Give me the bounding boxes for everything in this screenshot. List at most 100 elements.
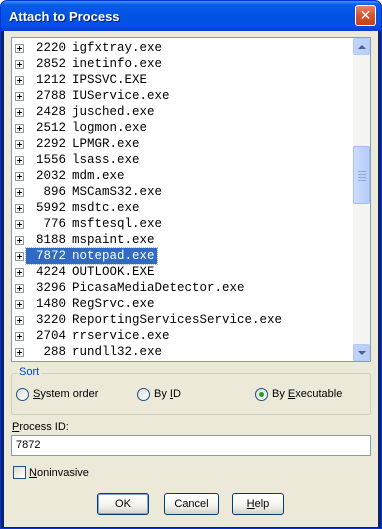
plus-box-icon[interactable] xyxy=(15,300,24,309)
process-list-item[interactable]: 4224 OUTLOOK.EXE xyxy=(12,264,353,280)
cancel-button-label: Cancel xyxy=(174,498,209,510)
process-list-item[interactable]: 2512 logmon.exe xyxy=(12,120,353,136)
process-list-item[interactable]: 2292 LPMGR.exe xyxy=(12,136,353,152)
process-list-item[interactable]: 8188 mspaint.exe xyxy=(12,232,353,248)
process-list-item[interactable]: 5992 msdtc.exe xyxy=(12,200,353,216)
sort-by-id-radio[interactable]: By ID xyxy=(137,387,181,401)
process-name: OUTLOOK.EXE xyxy=(72,265,155,279)
process-name: LPMGR.exe xyxy=(72,137,140,151)
plus-box-icon[interactable] xyxy=(15,44,24,53)
plus-box-icon[interactable] xyxy=(15,60,24,69)
plus-box-icon[interactable] xyxy=(15,332,24,341)
process-entry-text: 8188 mspaint.exe xyxy=(26,232,157,248)
process-list-items: 2220 igfxtray.exe 2852 inetinfo.exe 1212 IPSS… xyxy=(12,38,353,361)
plus-box-icon[interactable] xyxy=(15,76,24,85)
process-list-item[interactable]: 776 msftesql.exe xyxy=(12,216,353,232)
process-list-item[interactable]: 2032 mdm.exe xyxy=(12,168,353,184)
plus-box-icon[interactable] xyxy=(15,316,24,325)
process-entry-text: 2788 IUService.exe xyxy=(26,88,172,104)
process-list[interactable]: 2220 igfxtray.exe 2852 inetinfo.exe 1212 IPSS… xyxy=(11,37,371,362)
plus-box-icon[interactable] xyxy=(15,124,24,133)
process-name: mspaint.exe xyxy=(72,233,155,247)
window-title: Attach to Process xyxy=(9,9,120,24)
process-name: ReportingServicesService.exe xyxy=(72,313,283,327)
process-entry-text: 2852 inetinfo.exe xyxy=(26,56,164,72)
process-name: jusched.exe xyxy=(72,105,155,119)
process-list-item[interactable]: 1556 lsass.exe xyxy=(12,152,353,168)
process-entry-text: 2220 igfxtray.exe xyxy=(26,40,164,56)
process-pid: 2852 xyxy=(35,57,66,71)
radio-label: System order xyxy=(33,388,99,400)
plus-box-icon[interactable] xyxy=(15,156,24,165)
scroll-down-button[interactable] xyxy=(353,344,370,361)
process-entry-text: 2292 LPMGR.exe xyxy=(26,136,142,152)
plus-box-icon[interactable] xyxy=(15,220,24,229)
sort-system-order-radio[interactable]: System order xyxy=(16,387,98,401)
process-list-item[interactable]: 2428 jusched.exe xyxy=(12,104,353,120)
process-list-item[interactable]: 2788 IUService.exe xyxy=(12,88,353,104)
grip-line xyxy=(358,171,366,172)
vertical-scrollbar[interactable] xyxy=(353,38,370,361)
plus-box-icon[interactable] xyxy=(15,268,24,277)
plus-box-icon[interactable] xyxy=(15,92,24,101)
process-pid: 3296 xyxy=(35,281,66,295)
checkbox-indicator xyxy=(13,466,26,479)
process-pid: 1556 xyxy=(35,153,66,167)
process-name: RegSrvc.exe xyxy=(72,297,155,311)
process-entry-text: 2032 mdm.exe xyxy=(26,168,127,184)
process-pid: 288 xyxy=(43,345,66,359)
ok-button-label: OK xyxy=(115,498,131,510)
plus-box-icon[interactable] xyxy=(15,204,24,213)
process-list-item[interactable]: 2220 igfxtray.exe xyxy=(12,40,353,56)
process-list-item[interactable]: 288 rundll32.exe xyxy=(12,344,353,360)
process-list-item[interactable]: 896 MSCamS32.exe xyxy=(12,184,353,200)
process-name: rundll32.exe xyxy=(72,345,163,359)
help-button[interactable]: Help xyxy=(232,493,284,515)
plus-box-icon[interactable] xyxy=(15,236,24,245)
process-entry-text: 896 MSCamS32.exe xyxy=(26,184,164,200)
plus-box-icon[interactable] xyxy=(15,348,24,357)
plus-box-icon[interactable] xyxy=(15,172,24,181)
close-button[interactable]: ✕ xyxy=(355,5,376,26)
title-bar[interactable]: Attach to Process ✕ xyxy=(1,1,381,31)
process-pid: 2512 xyxy=(35,121,66,135)
process-pid: 896 xyxy=(43,185,66,199)
process-entry-text: 288 rundll32.exe xyxy=(26,344,164,360)
plus-box-icon[interactable] xyxy=(15,252,24,261)
plus-box-icon[interactable] xyxy=(15,284,24,293)
process-id-label: Process ID: xyxy=(12,421,69,433)
cancel-button[interactable]: Cancel xyxy=(164,493,219,515)
scroll-up-button[interactable] xyxy=(353,38,370,55)
chevron-down-icon xyxy=(357,350,366,355)
noninvasive-checkbox[interactable]: Noninvasive xyxy=(13,466,89,479)
process-list-item[interactable]: 7872 notepad.exe xyxy=(12,247,353,265)
process-entry-text: 1480 RegSrvc.exe xyxy=(26,296,157,312)
process-list-item[interactable]: 1212 IPSSVC.EXE xyxy=(12,72,353,88)
process-list-item[interactable]: 2704 rrservice.exe xyxy=(12,328,353,344)
process-entry-text: 2428 jusched.exe xyxy=(26,104,157,120)
plus-box-icon[interactable] xyxy=(15,108,24,117)
sort-group-label: Sort xyxy=(17,366,42,378)
process-list-item[interactable]: 1480 RegSrvc.exe xyxy=(12,296,353,312)
plus-box-icon[interactable] xyxy=(15,140,24,149)
radio-indicator xyxy=(137,387,150,401)
process-entry-text: 4224 OUTLOOK.EXE xyxy=(26,264,157,280)
scrollbar-thumb[interactable] xyxy=(353,146,370,204)
process-list-item[interactable]: 2852 inetinfo.exe xyxy=(12,56,353,72)
process-pid: 2428 xyxy=(35,105,66,119)
process-pid: 2292 xyxy=(35,137,66,151)
radio-label: By ID xyxy=(154,388,181,400)
radio-indicator xyxy=(16,387,29,401)
process-entry-text: 776 msftesql.exe xyxy=(26,216,164,232)
noninvasive-label: Noninvasive xyxy=(29,466,89,479)
process-pid: 7872 xyxy=(35,249,66,263)
process-list-item[interactable]: 3220 ReportingServicesService.exe xyxy=(12,312,353,328)
plus-box-icon[interactable] xyxy=(15,188,24,197)
chevron-up-icon xyxy=(357,44,366,49)
dialog-client-area: 2220 igfxtray.exe 2852 inetinfo.exe 1212 IPSS… xyxy=(4,31,378,527)
ok-button[interactable]: OK xyxy=(97,493,149,515)
process-pid: 5992 xyxy=(35,201,66,215)
process-id-input[interactable]: 7872 xyxy=(11,435,371,456)
sort-by-executable-radio[interactable]: By Executable xyxy=(255,387,342,401)
process-list-item[interactable]: 3296 PicasaMediaDetector.exe xyxy=(12,280,353,296)
